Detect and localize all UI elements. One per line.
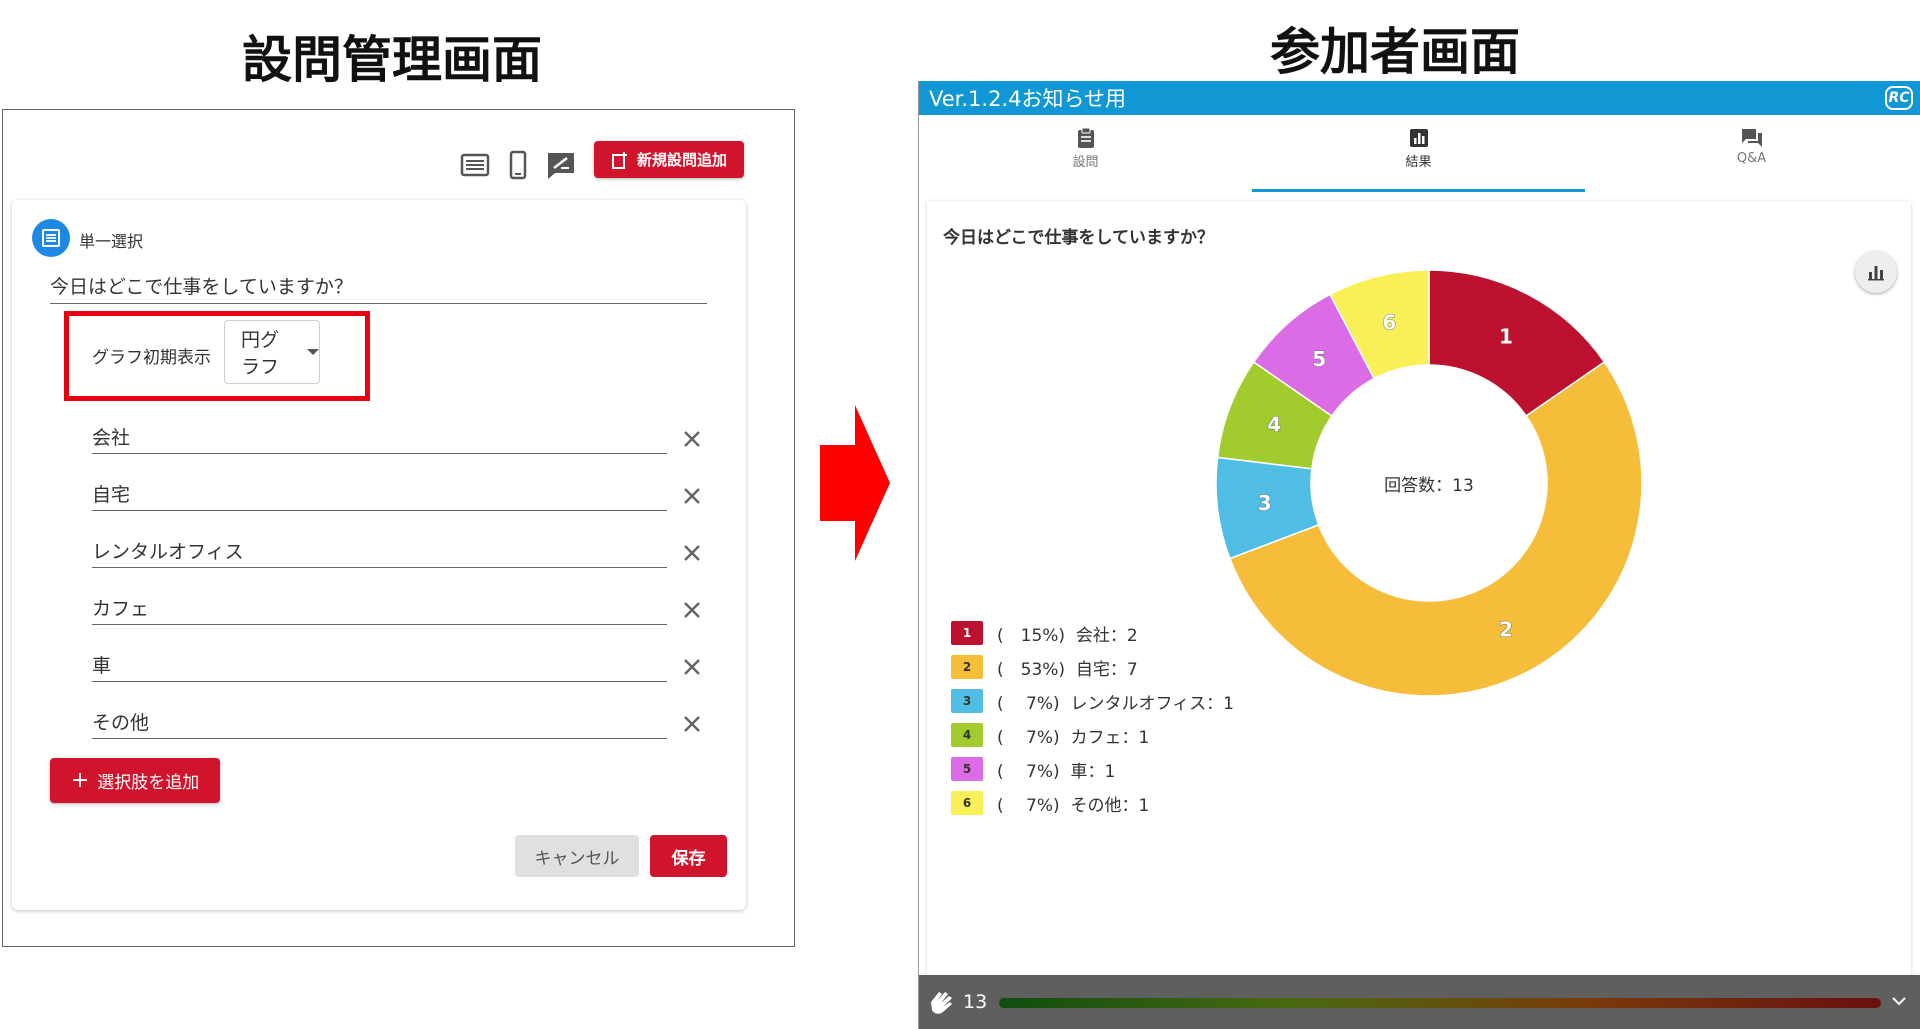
remove-option-icon[interactable] [680, 541, 704, 565]
option-input[interactable]: その他 [92, 708, 149, 735]
bar-chart-icon [1409, 129, 1428, 147]
question-text-field[interactable]: 今日はどこで仕事をしていますか？ [50, 272, 353, 299]
option-underline [92, 510, 667, 511]
legend-swatch: 3 [951, 689, 983, 713]
option-input[interactable]: カフェ [92, 594, 149, 621]
question-edit-card: 単一選択 今日はどこで仕事をしていますか？ グラフ初期表示 円グラフ 会社 自宅… [12, 200, 746, 910]
note-add-icon [611, 151, 627, 169]
remove-option-icon[interactable] [680, 427, 704, 451]
slice-label-6: 6 [1382, 310, 1396, 334]
legend-item: 6 ( 7%) その他：1 [951, 791, 1150, 816]
mobile-preview-icon[interactable] [502, 150, 534, 180]
add-option-button[interactable]: + 選択肢を追加 [50, 758, 220, 803]
reaction-meter [999, 998, 1881, 1008]
graph-default-label: グラフ初期表示 [92, 348, 211, 368]
donut-chart: 1 2 3 4 5 6 回答数：13 [1215, 269, 1643, 697]
option-input[interactable]: 自宅 [92, 480, 130, 507]
list-view-icon[interactable] [459, 150, 491, 180]
active-tab-indicator [1252, 189, 1585, 192]
remove-option-icon[interactable] [680, 655, 704, 679]
admin-screen-heading: 設問管理画面 [242, 31, 542, 89]
legend-item: 1 ( 15%) 会社：2 [951, 621, 1138, 646]
legend-label: ( 53%) 自宅：7 [997, 659, 1138, 680]
remove-option-icon[interactable] [680, 598, 704, 622]
option-underline [92, 453, 667, 454]
question-admin-panel: 新規設問追加 単一選択 今日はどこで仕事をしていますか？ グラフ初期表示 円グラ… [2, 109, 795, 947]
result-question-text: 今日はどこで仕事をしていますか？ [943, 228, 1214, 248]
legend-label: ( 7%) カフェ：1 [997, 727, 1150, 748]
comment-edit-icon[interactable] [545, 150, 577, 180]
graph-type-value: 円グラフ [241, 329, 280, 378]
chevron-down-icon[interactable] [1891, 995, 1907, 1007]
single-choice-type-icon [32, 219, 70, 257]
question-type-label: 単一選択 [79, 232, 144, 251]
slice-label-1: 1 [1499, 324, 1513, 348]
remove-option-icon[interactable] [680, 484, 704, 508]
option-underline [92, 624, 667, 625]
reaction-bar: 13 [919, 975, 1920, 1029]
plus-icon: + [70, 767, 90, 793]
rc-logo: RC [1885, 86, 1913, 110]
participant-screen-heading: 参加者画面 [1270, 23, 1520, 81]
results-card: 今日はどこで仕事をしていますか？ 1 2 3 4 5 6 回答数：13 1 ( 15%) 会… [927, 201, 1911, 976]
legend-label: ( 7%) その他：1 [997, 795, 1150, 816]
tab-question[interactable]: 設問 [919, 127, 1252, 177]
legend-swatch: 5 [951, 757, 983, 781]
tab-results[interactable]: 結果 [1252, 127, 1585, 177]
legend-item: 4 ( 7%) カフェ：1 [951, 723, 1150, 748]
slice-label-4: 4 [1267, 412, 1281, 436]
option-underline [92, 738, 667, 739]
legend-swatch: 1 [951, 621, 983, 645]
option-input[interactable]: 車 [92, 651, 111, 678]
clap-count: 13 [963, 991, 988, 1013]
response-count-label: 回答数：13 [1384, 476, 1474, 496]
tab-qa-label: Q&A [1736, 151, 1767, 166]
forum-icon [1741, 129, 1762, 147]
chevron-down-icon [307, 349, 319, 355]
legend-swatch: 2 [951, 655, 983, 679]
chart-type-toggle-button[interactable] [1855, 251, 1897, 293]
legend-swatch: 4 [951, 723, 983, 747]
add-option-label: 選択肢を追加 [97, 773, 200, 793]
legend-item: 3 ( 7%) レンタルオフィス：1 [951, 689, 1234, 714]
clipboard-icon [1077, 127, 1094, 148]
legend-item: 2 ( 53%) 自宅：7 [951, 655, 1138, 680]
slice-label-2: 2 [1499, 618, 1513, 642]
remove-option-icon[interactable] [680, 712, 704, 736]
slice-label-5: 5 [1312, 347, 1326, 371]
question-text-underline [50, 303, 707, 304]
tab-qa[interactable]: Q&A [1585, 127, 1918, 177]
slice-label-3: 3 [1258, 491, 1272, 515]
option-input[interactable]: 会社 [92, 423, 130, 450]
legend-label: ( 7%) レンタルオフィス：1 [997, 693, 1234, 714]
option-underline [92, 681, 667, 682]
app-header: Ver.1.2.4お知らせ用 RC [919, 81, 1920, 115]
legend-label: ( 15%) 会社：2 [997, 625, 1138, 646]
graph-type-select[interactable]: 円グラフ [224, 320, 320, 384]
header-title: Ver.1.2.4お知らせ用 [929, 87, 1127, 111]
tab-results-label: 結果 [1405, 155, 1432, 170]
participant-panel: Ver.1.2.4お知らせ用 RC 設問 結果 Q&A 今日はどこで仕事をしてい… [918, 81, 1920, 1029]
bar-chart-icon [1868, 266, 1884, 281]
option-input[interactable]: レンタルオフィス [92, 537, 244, 564]
arrow-right-icon [820, 405, 890, 561]
add-new-question-button[interactable]: 新規設問追加 [594, 141, 744, 178]
legend-swatch: 6 [951, 791, 983, 815]
add-new-question-label: 新規設問追加 [636, 151, 727, 169]
clap-icon[interactable] [927, 988, 959, 1016]
option-underline [92, 567, 667, 568]
legend-item: 5 ( 7%) 車：1 [951, 757, 1116, 782]
legend-label: ( 7%) 車：1 [997, 761, 1116, 782]
cancel-button[interactable]: キャンセル [515, 835, 639, 877]
save-button[interactable]: 保存 [650, 835, 727, 877]
tab-question-label: 設問 [1072, 155, 1099, 170]
